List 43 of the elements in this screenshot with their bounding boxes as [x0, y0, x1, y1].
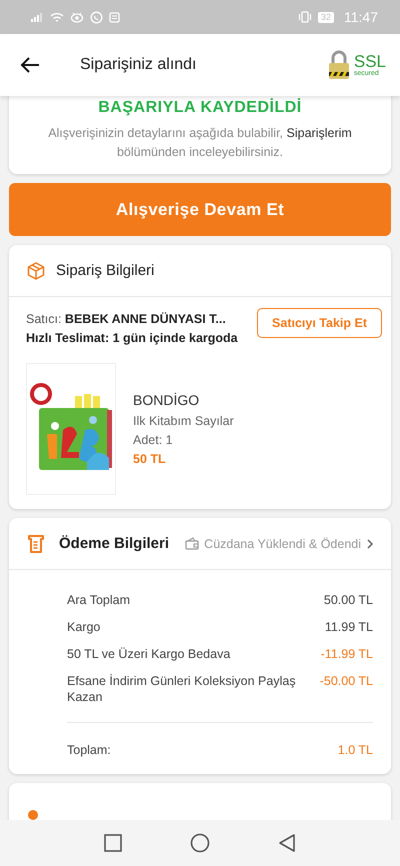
wallet-icon: [185, 537, 200, 550]
section-title: Ödeme Bilgileri: [59, 535, 170, 552]
payment-label: Efsane İndirim Günleri Koleksiyon Paylaş Kazan: [67, 673, 297, 705]
product-quantity: Adet: 1: [133, 433, 174, 447]
back-button[interactable]: [20, 55, 42, 75]
wallet-status-link[interactable]: Cüzdana Yüklendi & Ödendi: [185, 536, 374, 550]
page-title: Siparişiniz alındı: [80, 56, 198, 74]
payment-label: Kargo: [67, 619, 100, 635]
payment-label: 50 TL ve Üzeri Kargo Bedava: [67, 646, 230, 662]
padlock-icon: [326, 50, 351, 80]
total-label: Toplam:: [67, 742, 111, 758]
delivery-info: Hızlı Teslimat: 1 gün içinde kargoda: [26, 330, 238, 347]
section-title: Sipariş Bilgileri: [56, 262, 154, 279]
payment-label: Ara Toplam: [67, 592, 130, 608]
wifi-icon: [50, 11, 64, 23]
box-icon: [26, 260, 46, 280]
message-icon: [109, 12, 120, 22]
product-price: 50 TL: [133, 452, 167, 466]
success-headline: BAŞARIYLA KAYDEDİLDİ: [97, 98, 303, 118]
payment-amount: 11.99 TL: [324, 619, 373, 635]
product-brand: BONDİGO: [133, 392, 200, 408]
ssl-label: SSL: [354, 53, 386, 70]
seller-name: Satıcı: BEBEK ANNE DÜNYASI T...: [26, 311, 227, 328]
chat-icon: [90, 10, 103, 24]
payment-amount: -50.00 TL: [320, 673, 373, 689]
receipt-icon: [26, 534, 46, 554]
home-button[interactable]: [190, 833, 210, 853]
payment-amount: 50.00 TL: [324, 592, 373, 608]
back-nav-button[interactable]: [278, 833, 296, 853]
eye-icon: [70, 11, 84, 23]
location-icon: [27, 809, 39, 823]
follow-seller-button[interactable]: Satıcıyı Takip Et: [257, 308, 382, 338]
signal-icon: [30, 12, 44, 22]
clock: 11:47: [344, 9, 378, 25]
confirmation-message: Alışverişinizin detaylarını aşağıda bulabilir, Siparişlerim bölümünden inceleyebilirsiniz.: [47, 125, 353, 161]
continue-shopping-button[interactable]: Alışverişe Devam Et: [9, 183, 391, 236]
recents-button[interactable]: [104, 834, 122, 852]
vibrate-icon: [298, 11, 312, 23]
product-name: Ilk Kitabım Sayılar: [133, 414, 234, 428]
chevron-right-icon: [366, 538, 374, 550]
payment-amount: -11.99 TL: [320, 646, 373, 662]
total-amount: 1.0 TL: [338, 742, 373, 758]
battery-level: 32: [318, 12, 334, 22]
